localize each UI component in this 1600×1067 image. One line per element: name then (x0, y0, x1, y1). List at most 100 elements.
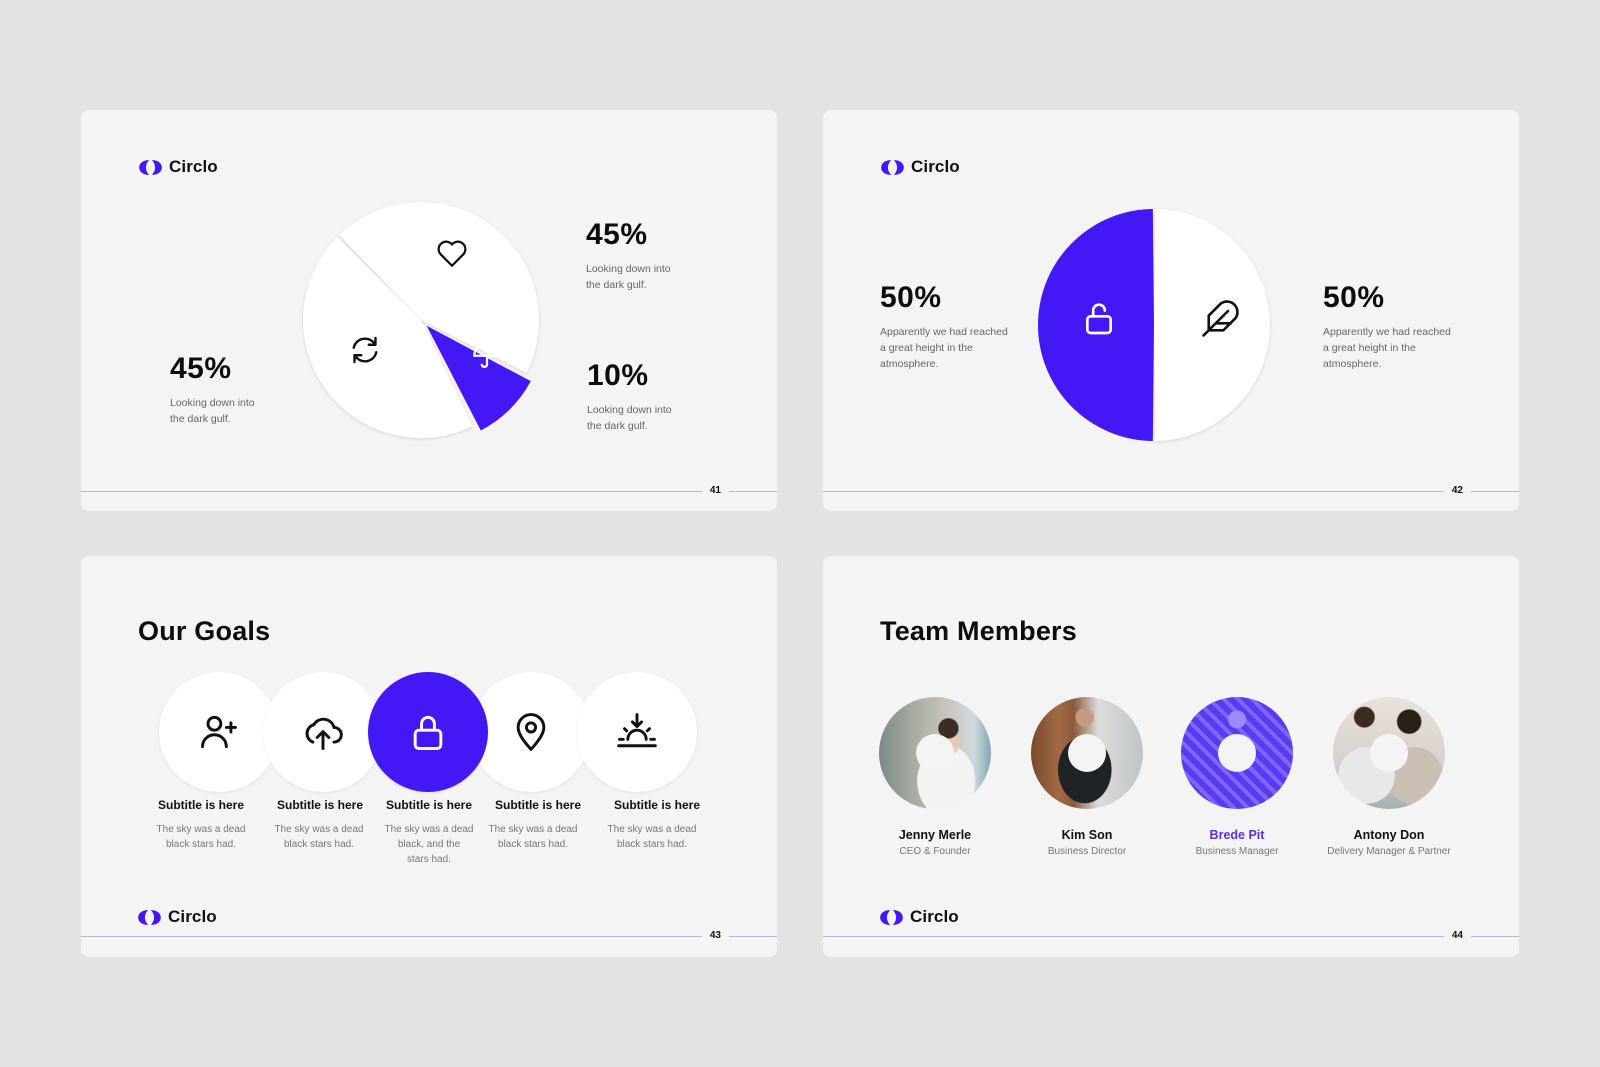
stat-description-line: the dark gulf. (170, 413, 231, 425)
stat-description: Apparently we had reached a great height… (1323, 324, 1451, 372)
goal-description-line: The sky was a dead (488, 824, 578, 835)
footer-divider (81, 491, 777, 492)
slide-41[interactable]: Circlo 45% Looking down into the dark gu… (81, 110, 777, 511)
goal-description-line: black stars had. (165, 839, 237, 850)
goal-subtitle: Subtitle is here (157, 798, 245, 812)
stat-value: 10% (587, 359, 649, 392)
member-photo (1031, 697, 1143, 809)
member-role: Business Manager (1195, 846, 1279, 857)
page-number: 44 (1443, 930, 1471, 941)
circlo-logo-icon (137, 909, 162, 926)
stat-description-line: Looking down into (170, 397, 255, 409)
brand-name: Circlo (911, 157, 960, 176)
pie-chart-41 (303, 202, 539, 438)
goal-circle-active (368, 672, 488, 792)
page-number: 42 (1443, 485, 1471, 496)
goal-description: The sky was a dead black stars had. (264, 822, 374, 852)
stat-value: 50% (1323, 281, 1385, 314)
page-number: 43 (701, 930, 729, 941)
umbrella-icon (473, 340, 501, 368)
member-photo (879, 697, 991, 809)
goal-circle (159, 672, 279, 792)
goal-description-line: black stars had. (616, 839, 688, 850)
goal-description-line: The sky was a dead (384, 824, 474, 835)
slide-42[interactable]: Circlo 50% Apparently we had reached a g… (823, 110, 1519, 511)
brand-name: Circlo (168, 907, 217, 926)
map-pin-icon (516, 713, 546, 751)
circlo-logo-icon (880, 159, 905, 176)
goal-description-line: stars had. (407, 854, 451, 865)
stat-description: Apparently we had reached a great height… (880, 324, 1008, 372)
goal-description: The sky was a dead black stars had. (478, 822, 588, 852)
stat-description-line: atmosphere. (1323, 358, 1382, 370)
stat-description-line: a great height in the (880, 342, 973, 354)
goal-subtitle: Subtitle is here (494, 798, 582, 812)
stat-description-line: a great height in the (1323, 342, 1416, 354)
brand-name: Circlo (910, 907, 959, 926)
circlo-logo-icon (879, 909, 904, 926)
refresh-icon (352, 336, 378, 364)
unlock-icon (1086, 303, 1112, 335)
photo-cutout (1370, 734, 1408, 772)
brand-logo: Circlo (871, 907, 967, 927)
brand-logo: Circlo (138, 157, 218, 177)
brand-name: Circlo (169, 157, 218, 176)
stat-description-line: Looking down into (586, 263, 671, 275)
goal-subtitle: Subtitle is here (276, 798, 364, 812)
goal-description-line: black stars had. (283, 839, 355, 850)
goal-description: The sky was a dead black stars had. (597, 822, 707, 852)
member-name: Antony Don (1353, 828, 1425, 842)
feather-icon (1202, 300, 1239, 337)
footer-divider (823, 936, 1519, 937)
member-photo (1181, 697, 1293, 809)
stat-description-line: atmosphere. (880, 358, 939, 370)
goal-description-line: The sky was a dead (607, 824, 697, 835)
member-role: Business Director (1047, 846, 1127, 857)
photo-cutout (1218, 734, 1256, 772)
goal-description-line: black, and the (397, 839, 461, 850)
goal-circle (471, 672, 591, 792)
brand-logo: Circlo (129, 907, 225, 927)
goal-description-line: The sky was a dead (156, 824, 246, 835)
stat-description: Looking down into the dark gulf. (170, 395, 255, 427)
user-plus-icon (201, 715, 237, 749)
stat-description-line: Apparently we had reached (880, 326, 1008, 338)
member-role: Delivery Manager & Partner (1327, 846, 1451, 857)
stat-description-line: the dark gulf. (586, 279, 647, 291)
stat-value: 45% (586, 218, 648, 251)
stat-description: Looking down into the dark gulf. (587, 402, 672, 434)
member-name: Kim Son (1061, 828, 1113, 842)
slide-44[interactable]: Team Members Jenny Merle CEO & Founder K… (823, 556, 1519, 957)
stat-value: 45% (170, 352, 232, 385)
lock-icon (413, 715, 443, 750)
goal-description-line: The sky was a dead (274, 824, 364, 835)
slide-43[interactable]: Our Goals Subtitle is here The sky was a… (81, 556, 777, 957)
footer-divider (81, 936, 777, 937)
goal-subtitle: Subtitle is here (613, 798, 701, 812)
photo-cutout (1068, 734, 1106, 772)
goal-description: The sky was a dead black, and the stars … (374, 822, 484, 867)
goal-circle (577, 672, 697, 792)
stat-value: 50% (880, 281, 942, 314)
stat-description: Looking down into the dark gulf. (586, 261, 671, 293)
goal-description-line: black stars had. (497, 839, 569, 850)
footer-divider (823, 491, 1519, 492)
page-number: 41 (701, 485, 729, 496)
photo-cutout (916, 734, 954, 772)
brand-logo: Circlo (880, 157, 960, 177)
sunset-icon (617, 713, 657, 748)
goal-circle (263, 672, 383, 792)
stat-description-line: the dark gulf. (587, 420, 648, 432)
member-photo (1333, 697, 1445, 809)
member-name-highlighted: Brede Pit (1209, 828, 1265, 842)
cloud-upload-icon (305, 717, 343, 750)
heart-icon (437, 240, 467, 267)
circlo-logo-icon (138, 159, 163, 176)
slide-title: Team Members (880, 616, 1077, 646)
stat-description-line: Looking down into (587, 404, 672, 416)
goal-description: The sky was a dead black stars had. (146, 822, 256, 852)
member-role: CEO & Founder (899, 846, 971, 857)
member-name: Jenny Merle (898, 828, 972, 842)
stat-description-line: Apparently we had reached (1323, 326, 1451, 338)
slide-title: Our Goals (138, 616, 271, 646)
